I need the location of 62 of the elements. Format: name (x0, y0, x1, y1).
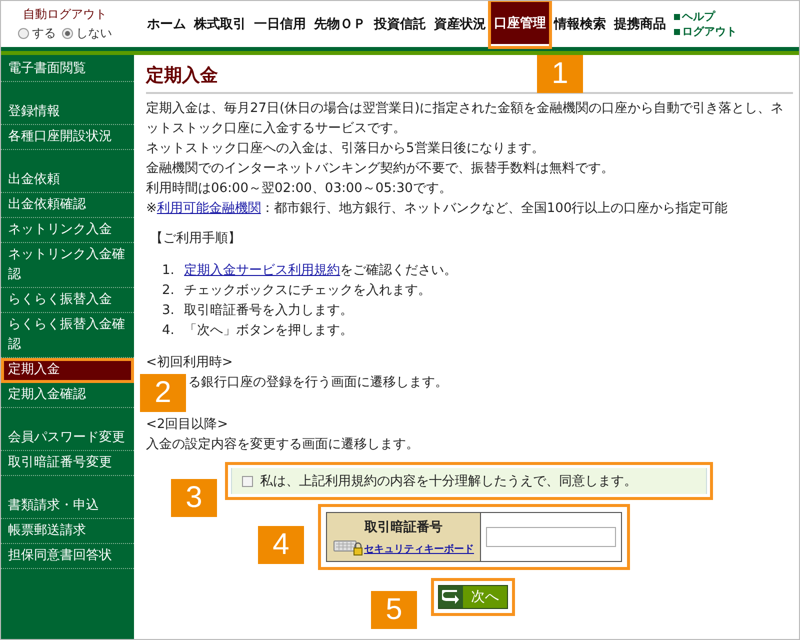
sidebar-item[interactable]: 定期入金 (1, 358, 134, 383)
sidebar-item[interactable]: ネットリンク入金確認 (1, 243, 134, 288)
agreement-row[interactable]: 私は、上記利用規約の内容を十分理解したうえで、同意します。 (231, 468, 707, 494)
nav-tab[interactable]: 一日信用 (250, 1, 310, 47)
later-use-heading: <2回目以降> (146, 416, 230, 434)
note-text: ：都市銀行、地方銀行、ネットバンクなど、全国100行以上の口座から指定可能 (260, 201, 728, 216)
header-link[interactable]: ヘルプ (674, 9, 737, 24)
nav-tab[interactable]: 提携商品 (610, 1, 670, 47)
radio-option[interactable]: しない (62, 25, 112, 42)
first-use-heading: <初回利用時> (146, 354, 234, 372)
security-keyboard-link[interactable]: セキュリティキーボード (364, 542, 474, 556)
sidebar-item[interactable]: 担保同意書回答状 (1, 544, 134, 569)
radio-option[interactable]: する (18, 25, 56, 42)
nav-tab[interactable]: 株式取引 (190, 1, 250, 47)
keyboard-lock-icon (333, 538, 363, 556)
sidebar-item[interactable]: 書類請求・申込 (1, 494, 134, 519)
pin-input[interactable] (486, 527, 616, 547)
sidebar-item[interactable]: 出金依頼確認 (1, 193, 134, 218)
intro-text: 定期入金は、毎月27日(休日の場合は翌営業日)に指定された金額を金融機関の口座から自動で引き落とし、ネットストック口座に入金するサービスです。 (146, 100, 785, 138)
step-number: 1. (162, 262, 176, 280)
step-number: 2. (162, 282, 176, 300)
nav-tab[interactable]: 先物ＯＰ (310, 1, 370, 47)
procedure-heading: 【ご利用手順】 (150, 230, 242, 248)
sidebar-item[interactable]: 電子書面閲覧 (1, 57, 134, 82)
pin-label: 取引暗証番号 (364, 518, 442, 536)
intro-text: 金融機関でのインターネットバンキング契約が不要で、振替手数料は無料です。 (146, 160, 615, 178)
step-text: チェックボックスにチェックを入れます。 (184, 283, 432, 298)
terms-link[interactable]: 定期入金サービス利用規約 (184, 263, 340, 278)
sidebar-item[interactable]: 出金依頼 (1, 168, 134, 193)
sidebar-item[interactable]: 帳票郵送請求 (1, 519, 134, 544)
nav-tab[interactable]: 口座管理 (490, 1, 550, 47)
step-badge: 1 (537, 55, 583, 93)
step-badge: 5 (371, 591, 417, 629)
step-badge: 4 (258, 526, 304, 564)
institutions-link[interactable]: 利用可能金融機関 (156, 201, 261, 216)
step-text: 「次へ」ボタンを押します。 (184, 323, 354, 338)
later-use-text: 入金の設定内容を変更する画面に遷移します。 (146, 436, 420, 454)
step-text: をご確認ください。 (340, 263, 458, 278)
nav-tab[interactable]: 情報検索 (550, 1, 610, 47)
nav-tab[interactable]: 資産状況 (430, 1, 490, 47)
sidebar-item[interactable]: 登録情報 (1, 100, 134, 125)
checkbox[interactable] (242, 476, 253, 486)
nav-tab[interactable]: 投資信託 (370, 1, 430, 47)
note-mark: ※ (146, 201, 157, 216)
nav-tab[interactable]: ホーム (143, 1, 190, 47)
sidebar-item[interactable]: 取引暗証番号変更 (1, 451, 134, 476)
step-number: 3. (162, 302, 176, 320)
header-link[interactable]: ログアウト (674, 24, 737, 39)
first-use-text: る銀行口座の登録を行う画面に遷移します。 (188, 374, 449, 392)
sidebar-item[interactable]: ネットリンク入金 (1, 218, 134, 243)
sidebar-item[interactable]: 定期入金確認 (1, 383, 134, 408)
sidebar-item[interactable]: らくらく振替入金 (1, 288, 134, 313)
sidebar-item[interactable]: 会員パスワード変更 (1, 426, 134, 451)
step-badge: 3 (171, 479, 217, 517)
intro-text: ネットストック口座への入金は、引落日から5営業日後になります。 (146, 140, 546, 158)
step-number: 4. (162, 322, 176, 340)
step-text: 取引暗証番号を入力します。 (184, 303, 354, 318)
intro-text: 利用時間は06:00～翌02:00、03:00～05:30です。 (146, 180, 453, 198)
step-badge: 2 (140, 374, 186, 412)
auto-logout-label: 自動ログアウト (23, 6, 107, 23)
sidebar-item[interactable]: 各種口座開設状況 (1, 125, 134, 150)
return-arrow-icon (442, 590, 460, 604)
